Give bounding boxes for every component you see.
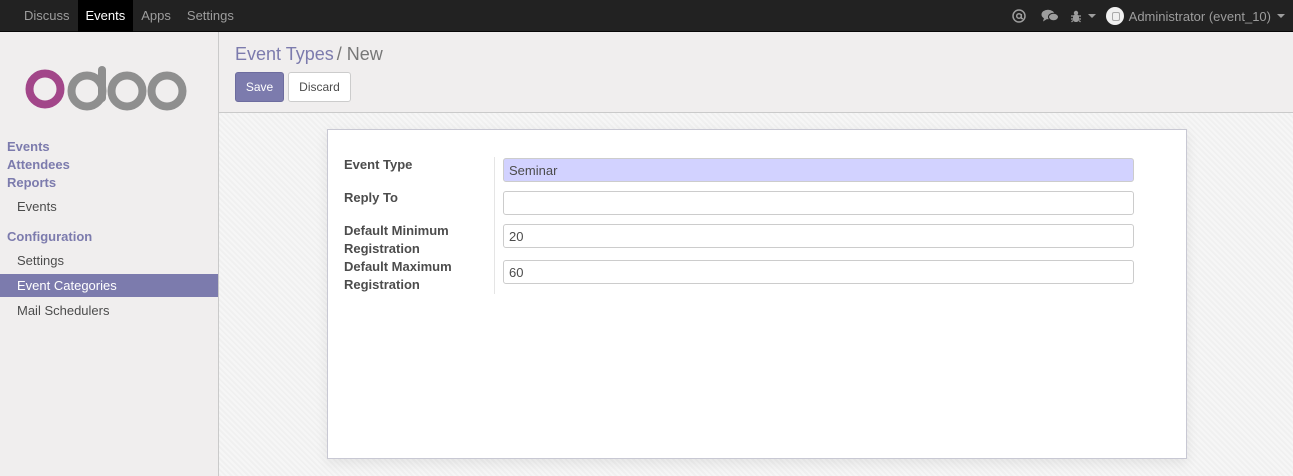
sidebar-section-attendees[interactable]: Attendees bbox=[7, 157, 70, 172]
save-button[interactable]: Save bbox=[235, 72, 284, 102]
bug-icon[interactable] bbox=[1066, 0, 1100, 32]
min-registration-input[interactable] bbox=[503, 224, 1134, 248]
breadcrumb-current: New bbox=[346, 44, 383, 64]
sidebar: Events Attendees Reports Events Configur… bbox=[0, 32, 219, 476]
max-registration-input[interactable] bbox=[503, 260, 1134, 284]
top-navbar: Discuss Events Apps Settings Administrat… bbox=[0, 0, 1293, 32]
max-registration-label-line2: Registration bbox=[344, 277, 420, 292]
sidebar-section-reports[interactable]: Reports bbox=[7, 175, 56, 190]
chevron-down-icon bbox=[1277, 14, 1285, 18]
sidebar-item-mail-schedulers[interactable]: Mail Schedulers bbox=[0, 299, 218, 322]
discard-button[interactable]: Discard bbox=[288, 72, 351, 102]
breadcrumb-parent[interactable]: Event Types bbox=[235, 44, 334, 64]
reply-to-input[interactable] bbox=[503, 191, 1134, 215]
control-panel: Event Types / New Save Discard bbox=[219, 32, 1293, 113]
min-registration-label: Default Minimum Registration bbox=[344, 222, 489, 258]
sidebar-item-settings[interactable]: Settings bbox=[0, 249, 218, 272]
min-registration-label-line2: Registration bbox=[344, 241, 420, 256]
menu-events[interactable]: Events bbox=[77, 0, 134, 32]
systray: Administrator (event_10) bbox=[1004, 0, 1293, 32]
avatar bbox=[1105, 7, 1124, 25]
breadcrumb-separator: / bbox=[336, 44, 342, 64]
event-type-label: Event Type bbox=[344, 157, 413, 172]
max-registration-label-line1: Default Maximum bbox=[344, 259, 452, 274]
user-menu[interactable]: Administrator (event_10) bbox=[1100, 0, 1293, 32]
app-menu: Discuss Events Apps Settings bbox=[16, 0, 242, 32]
menu-discuss[interactable]: Discuss bbox=[16, 0, 78, 32]
breadcrumb: Event Types / New bbox=[235, 44, 383, 65]
max-registration-label: Default Maximum Registration bbox=[344, 258, 489, 294]
at-icon[interactable] bbox=[1004, 0, 1035, 32]
sidebar-item-event-categories[interactable]: Event Categories bbox=[0, 274, 218, 297]
sidebar-section-configuration[interactable]: Configuration bbox=[7, 229, 92, 244]
sidebar-item-reports-events[interactable]: Events bbox=[0, 195, 218, 218]
min-registration-label-line1: Default Minimum bbox=[344, 223, 449, 238]
odoo-logo bbox=[25, 66, 187, 111]
label-divider bbox=[494, 157, 495, 294]
menu-apps[interactable]: Apps bbox=[133, 0, 179, 32]
bug-caret-icon bbox=[1087, 14, 1096, 18]
sidebar-section-events[interactable]: Events bbox=[7, 139, 50, 154]
menu-settings[interactable]: Settings bbox=[179, 0, 242, 32]
reply-to-label: Reply To bbox=[344, 190, 398, 205]
event-type-input[interactable] bbox=[503, 158, 1134, 182]
chat-icon[interactable] bbox=[1035, 0, 1066, 32]
user-name: Administrator (event_10) bbox=[1128, 8, 1271, 24]
